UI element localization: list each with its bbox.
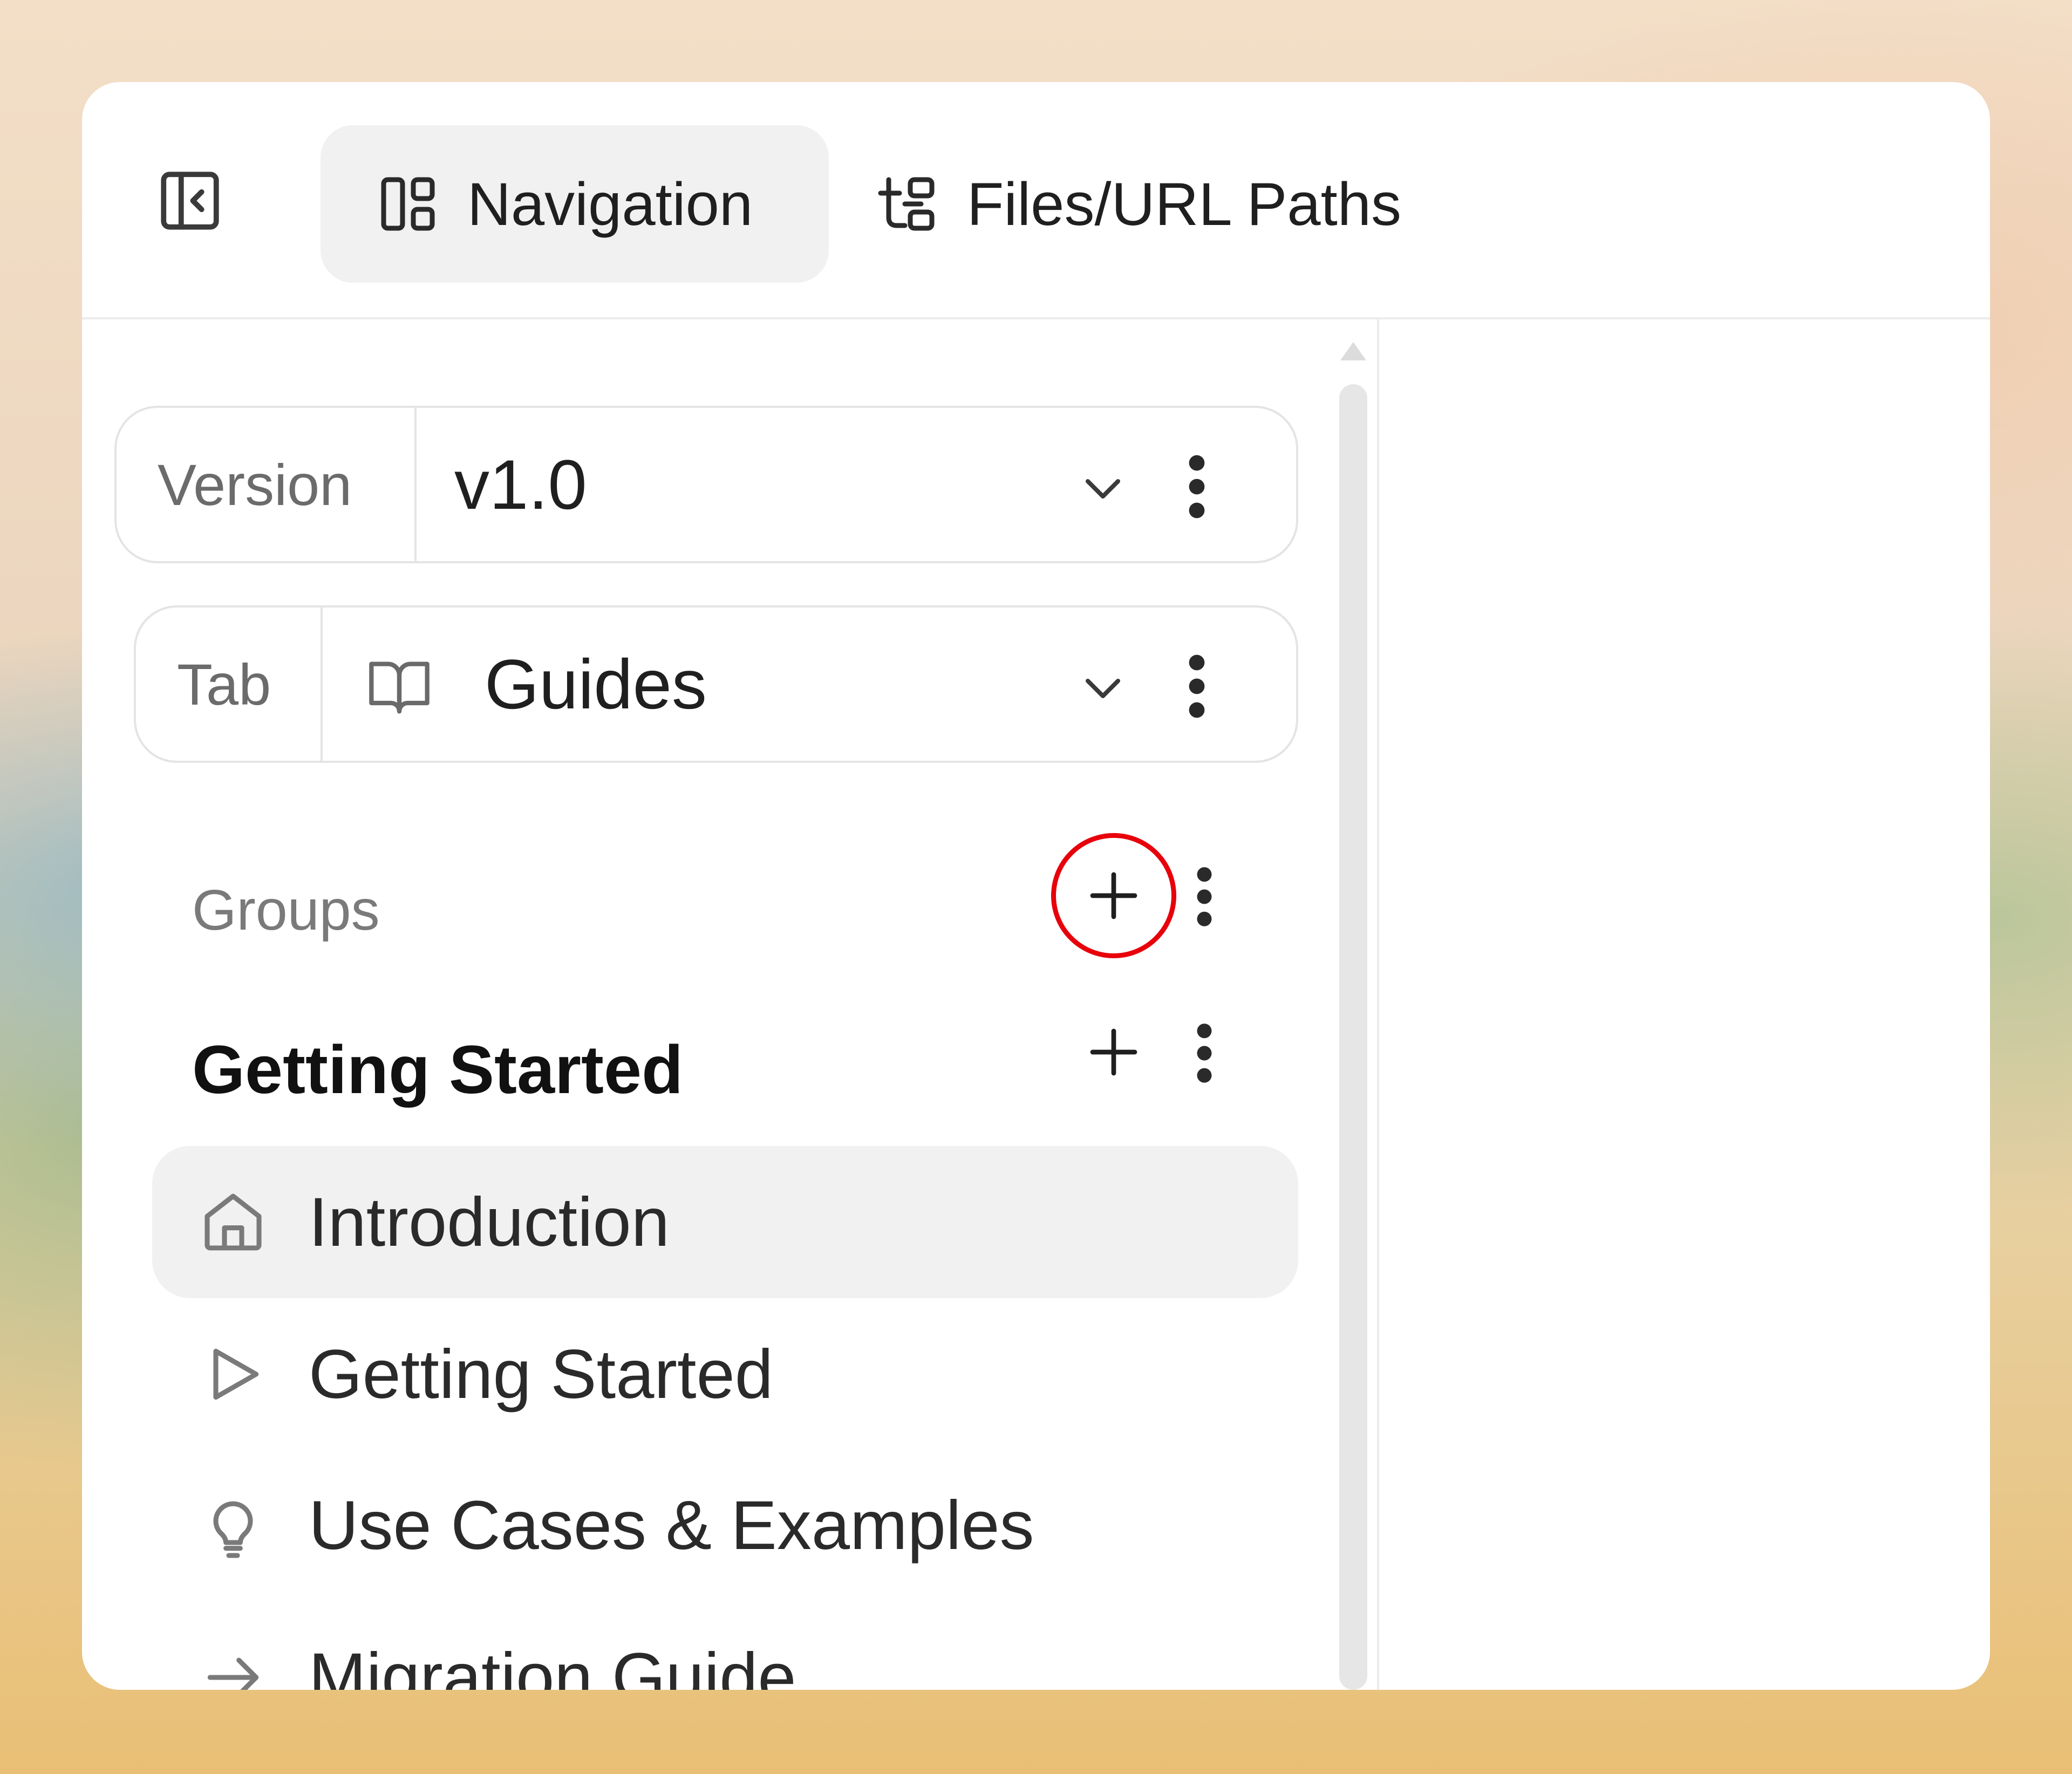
tab-select-value: Guides [485, 645, 707, 724]
nav-item-label: Introduction [309, 1183, 670, 1261]
chevron-down-icon [1086, 679, 1120, 698]
file-tree-icon [875, 172, 940, 236]
version-select[interactable]: Version v1.0 [114, 406, 1298, 563]
tab-files-url-paths[interactable]: Files/URL Paths [875, 125, 1469, 283]
home-icon [199, 1188, 268, 1257]
nav-item-getting-started[interactable]: Getting Started [152, 1298, 1298, 1450]
nav-item-label: Use Cases & Examples [309, 1486, 1034, 1564]
version-more-icon[interactable] [1186, 452, 1208, 521]
navigation-panel: Navigation Files/URL Paths Version v1.0 … [82, 82, 1990, 1690]
arrow-right-icon [199, 1643, 268, 1690]
plus-icon [1090, 872, 1137, 919]
tab-select[interactable]: Tab Guides [134, 605, 1298, 763]
scrollbar-thumb[interactable] [1339, 384, 1367, 1690]
chevron-down-icon [1086, 479, 1120, 499]
add-group-button[interactable] [1081, 863, 1146, 928]
layout-panels-icon [376, 172, 440, 236]
tab-navigation[interactable]: Navigation [321, 125, 829, 283]
lightbulb-icon [199, 1491, 268, 1560]
plus-icon [1090, 1028, 1137, 1076]
nav-item-label: Migration Guide [309, 1639, 796, 1690]
tab-more-icon[interactable] [1186, 652, 1208, 721]
groups-heading: Groups [192, 878, 380, 942]
group-more-button[interactable] [1188, 1015, 1221, 1091]
more-vertical-icon [1197, 1024, 1212, 1083]
sidebar-collapse-icon [161, 172, 219, 230]
collapse-sidebar-button[interactable] [152, 163, 228, 238]
group-title: Getting Started [192, 1031, 684, 1108]
version-value: v1.0 [454, 445, 587, 524]
nav-item-introduction[interactable]: Introduction [152, 1146, 1298, 1298]
tab-select-label: Tab [177, 651, 271, 717]
more-vertical-icon [1197, 867, 1212, 926]
book-open-icon [369, 661, 430, 714]
add-page-button[interactable] [1081, 1020, 1146, 1084]
nav-item-migration-guide[interactable]: Migration Guide [152, 1601, 1298, 1690]
version-select-separator [414, 408, 417, 561]
tab-select-separator [321, 608, 323, 761]
panel-header: Navigation Files/URL Paths [82, 82, 1990, 319]
scroll-up-arrow-icon[interactable] [1337, 336, 1369, 368]
tab-navigation-label: Navigation [467, 170, 753, 238]
column-divider [1377, 319, 1379, 1690]
nav-item-use-cases[interactable]: Use Cases & Examples [152, 1449, 1298, 1601]
groups-more-button[interactable] [1188, 859, 1221, 934]
tab-files-label: Files/URL Paths [967, 170, 1401, 238]
play-icon [199, 1340, 268, 1409]
nav-item-label: Getting Started [309, 1335, 773, 1413]
version-label: Version [158, 452, 352, 517]
